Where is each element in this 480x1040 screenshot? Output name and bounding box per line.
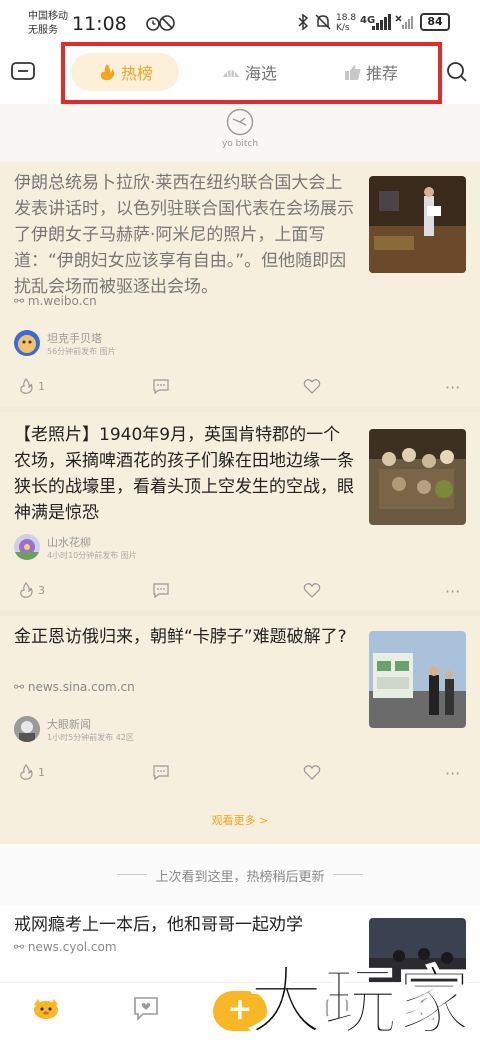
signal-icon	[372, 14, 392, 30]
net-speed-value: 18.8	[336, 13, 357, 23]
mute-bell-icon	[315, 14, 331, 30]
menu-icon[interactable]	[11, 62, 35, 80]
flame-outline-icon	[20, 582, 33, 598]
clock: 11:08	[72, 13, 127, 35]
more-options-icon[interactable]: ···	[445, 764, 460, 783]
card-source-url: m.weibo.cn	[27, 294, 97, 308]
card-title[interactable]: 伊朗总统易卜拉欣·莱西在纽约联合国大会上发表讲话时，以色列驻联合国代表在会场展示…	[14, 170, 354, 300]
see-more-link[interactable]: 观看更多 >	[0, 812, 480, 828]
notice-divider	[333, 874, 363, 875]
like-action[interactable]: 3	[18, 582, 45, 598]
avatar-image	[14, 716, 40, 742]
feed-card[interactable]: 金正恩访俄归来，朝鲜“卡脖子”难题破解了? ⚯ news.sina.com.cn…	[0, 616, 480, 806]
author-name[interactable]: 山水花柳	[47, 534, 91, 550]
tab-recommend[interactable]: 推荐	[317, 53, 425, 91]
like-count: 1	[38, 379, 45, 393]
notice-text: 上次看到这里，热榜稍后更新	[155, 870, 325, 885]
yo-logo-icon	[226, 108, 254, 136]
like-count: 1	[38, 765, 45, 779]
status-bar: 中国移动 无服务 11:08 18.8 K/s 4G 84	[0, 0, 480, 46]
author-meta: 1小时5分钟前发布 42区	[47, 733, 134, 742]
link-icon: ⚯	[14, 294, 28, 308]
card-source-url: news.sina.com.cn	[27, 680, 135, 694]
author-name[interactable]: 坦克手贝塔	[47, 330, 102, 346]
yo-label: yo bitch	[221, 139, 259, 149]
tab-recommend-label: 推荐	[365, 64, 398, 83]
card-thumbnail[interactable]	[369, 176, 466, 273]
thumbnail-image	[369, 176, 466, 273]
heart-icon[interactable]	[303, 764, 321, 780]
top-header: 热榜 海选 推荐	[0, 42, 480, 104]
carrier-status: 无服务	[28, 25, 58, 36]
yo-banner[interactable]: yo bitch	[0, 104, 480, 162]
card-source[interactable]: ⚯ m.weibo.cn	[14, 294, 97, 308]
carrier-info: 中国移动 无服务	[28, 10, 68, 38]
author-avatar[interactable]	[14, 534, 40, 560]
tab-bar: 热榜 海选 推荐	[61, 42, 442, 104]
flame-outline-icon	[20, 764, 33, 780]
messages-icon[interactable]	[131, 993, 161, 1023]
feed-card[interactable]: 【老照片】1940年9月，英国肯特郡的一个农场，采摘啤酒花的孩子们躲在田地边缘一…	[0, 412, 480, 612]
author-meta: 56分钟前发布 图片	[47, 347, 116, 356]
avatar-image	[18, 335, 36, 353]
home-mascot-icon[interactable]	[31, 993, 61, 1023]
hot-feed: 伊朗总统易卜拉欣·莱西在纽约联合国大会上发表讲话时，以色列驻联合国代表在会场展示…	[0, 162, 480, 844]
card-source[interactable]: ⚯ news.cyol.com	[14, 940, 117, 954]
heart-icon[interactable]	[303, 582, 321, 598]
card-source[interactable]: ⚯ news.sina.com.cn	[14, 680, 135, 694]
bluetooth-icon	[298, 13, 309, 31]
card-thumbnail[interactable]	[369, 631, 466, 728]
net-speed: 18.8 K/s	[336, 13, 356, 33]
battery-level: 84	[420, 13, 450, 31]
more-options-icon[interactable]: ···	[445, 582, 460, 601]
comment-icon[interactable]	[152, 764, 170, 780]
link-icon: ⚯	[14, 940, 28, 954]
update-notice: 上次看到这里，热榜稍后更新	[0, 844, 480, 906]
like-action[interactable]: 1	[18, 764, 45, 780]
comment-icon[interactable]	[152, 378, 170, 394]
card-title[interactable]: 金正恩访俄归来，朝鲜“卡脖子”难题破解了?	[14, 624, 354, 650]
author-avatar[interactable]	[14, 330, 40, 356]
carrier-name: 中国移动	[28, 11, 68, 22]
flame-outline-icon	[20, 378, 33, 394]
comment-icon[interactable]	[152, 582, 170, 598]
author-name[interactable]: 大眼新闻	[47, 716, 91, 732]
no-signal-icon	[395, 15, 413, 29]
tab-hot-label: 热榜	[120, 64, 153, 83]
search-icon[interactable]	[446, 61, 468, 83]
thumbs-up-icon	[344, 65, 361, 80]
watermark-logo: 大玩家	[248, 958, 472, 1040]
author-avatar[interactable]	[14, 716, 40, 742]
flame-icon	[100, 64, 115, 81]
alarm-icon	[146, 17, 160, 31]
tab-select-label: 海选	[244, 64, 277, 83]
avatar-image	[14, 539, 40, 560]
thumbnail-image	[369, 429, 466, 525]
card-source-url: news.cyol.com	[27, 940, 117, 954]
feed-card[interactable]: 伊朗总统易卜拉欣·莱西在纽约联合国大会上发表讲话时，以色列驻联合国代表在会场展示…	[0, 162, 480, 410]
net-speed-unit: K/s	[336, 23, 350, 33]
thumbnail-image	[369, 631, 466, 728]
shell-icon	[222, 67, 239, 78]
card-title[interactable]: 戒网瘾考上一本后，他和哥哥一起劝学	[14, 912, 354, 938]
heart-icon[interactable]	[303, 378, 321, 394]
like-action[interactable]: 1	[18, 378, 45, 394]
author-meta: 4小时10分钟前发布 图片	[47, 551, 137, 560]
more-options-icon[interactable]: ···	[445, 378, 460, 397]
tab-select[interactable]: 海选	[195, 53, 303, 91]
card-title[interactable]: 【老照片】1940年9月，英国肯特郡的一个农场，采摘啤酒花的孩子们躲在田地边缘一…	[14, 422, 354, 526]
watermark-text: 大玩家	[249, 959, 471, 1040]
tab-hot[interactable]: 热榜	[71, 53, 179, 91]
link-icon: ⚯	[14, 680, 28, 694]
card-thumbnail[interactable]	[369, 429, 466, 525]
like-count: 3	[38, 583, 45, 597]
